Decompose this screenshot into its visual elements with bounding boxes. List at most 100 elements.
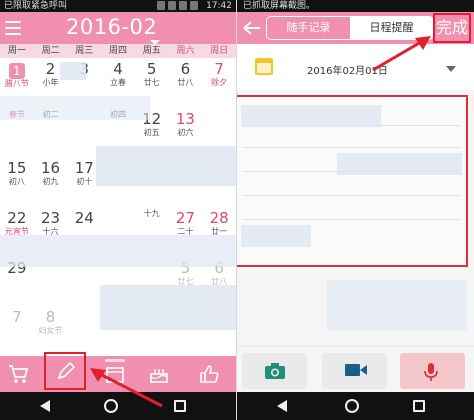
- annotation-arrow: [90, 368, 163, 408]
- lunar-label: 除夕: [211, 78, 228, 87]
- blurred-region: [0, 235, 236, 267]
- cart-icon: [9, 365, 29, 383]
- day-cell[interactable]: 6 廿八: [169, 60, 203, 88]
- back-triangle-icon[interactable]: [277, 400, 287, 412]
- day-cell-today[interactable]: 1 腊八节: [0, 60, 34, 89]
- blurred-region: [241, 105, 381, 127]
- day-cell[interactable]: 27 二十: [169, 209, 203, 237]
- day-cell[interactable]: 22 元宵节: [0, 209, 34, 237]
- chevron-down-icon[interactable]: [446, 66, 456, 72]
- status-icons: [157, 1, 198, 10]
- day-cell[interactable]: 15 初八: [0, 159, 34, 187]
- day-cell[interactable]: 4 立春: [101, 60, 135, 88]
- calendar-header: 2016-02: [0, 12, 236, 49]
- like-button[interactable]: [194, 360, 224, 388]
- day-cell[interactable]: 十九: [135, 209, 169, 219]
- note-editor-screen: 已抓取屏幕截图。 随手记录 日程提醒 完成 2016年02月01日: [237, 0, 474, 420]
- day-number: 28: [209, 209, 229, 227]
- lunar-label: 初五: [143, 127, 160, 137]
- day-number: 16: [41, 159, 61, 178]
- day-number: 6: [180, 60, 191, 78]
- weekday-label: 周一: [7, 46, 26, 56]
- weekday-label: 周二: [41, 46, 60, 56]
- lunar-label: 廿七: [143, 78, 160, 87]
- microphone-button[interactable]: [400, 353, 465, 389]
- lunar-label: 十九: [143, 209, 160, 218]
- day-number: 15: [7, 159, 27, 178]
- day-number: 4: [113, 60, 123, 78]
- calendar-screen: 已限取紧急呼叫 17:42 2016-02 周一 周二 周三 周四 周五 周六 周日 1 腊八…: [0, 0, 236, 420]
- day-cell[interactable]: 5 廿七: [135, 60, 169, 88]
- blurred-region: [0, 96, 150, 120]
- pencil-icon: [57, 361, 76, 380]
- lunar-label: 妇女节: [38, 326, 63, 336]
- status-bar: 已限取紧急呼叫 17:42: [0, 0, 236, 12]
- note-rule: [243, 195, 460, 196]
- cart-button[interactable]: [4, 360, 34, 388]
- weekday-label: 周三: [75, 46, 94, 56]
- status-time: 17:42: [206, 1, 232, 11]
- day-cell[interactable]: 8 妇女节: [34, 308, 68, 336]
- blurred-region: [96, 146, 236, 186]
- day-cell[interactable]: 23 十六: [34, 209, 68, 237]
- day-cell[interactable]: 28 廿一: [202, 209, 236, 237]
- video-icon: [345, 364, 367, 376]
- day-number: 27: [175, 209, 195, 227]
- weekday-header: 周一 周二 周三 周四 周五 周六 周日: [0, 44, 236, 58]
- weekday-label: 周六: [176, 46, 195, 56]
- day-cell[interactable]: 24: [67, 209, 101, 227]
- back-triangle-icon[interactable]: [40, 400, 50, 412]
- date-row[interactable]: 2016年02月01日: [237, 44, 474, 90]
- note-rule: [243, 219, 460, 220]
- weekday-label: 周四: [109, 46, 128, 56]
- weekday-label: 周日: [210, 46, 229, 56]
- day-number: 7: [12, 308, 22, 327]
- calendar-icon: [255, 58, 273, 75]
- month-title[interactable]: 2016-02: [66, 15, 157, 39]
- attachment-bar: [237, 346, 474, 392]
- day-number: 13: [175, 109, 195, 128]
- thumbs-up-icon: [200, 365, 219, 383]
- lunar-label: 初八: [8, 177, 25, 187]
- day-number: 22: [7, 209, 27, 227]
- microphone-icon: [424, 363, 438, 381]
- weekday-label: 周五: [142, 46, 161, 56]
- system-nav-bar: [237, 392, 474, 420]
- status-bar: 已抓取屏幕截图。: [237, 0, 474, 12]
- tab-quick-note[interactable]: 随手记录: [267, 17, 350, 39]
- day-number: 24: [74, 209, 94, 227]
- blurred-region: [60, 62, 86, 80]
- recents-square-icon[interactable]: [174, 400, 186, 412]
- menu-icon[interactable]: [5, 21, 21, 35]
- recents-square-icon[interactable]: [413, 400, 425, 412]
- camera-icon: [265, 363, 285, 379]
- lunar-label: 初九: [42, 177, 59, 187]
- blurred-region: [337, 153, 462, 175]
- home-circle-icon[interactable]: [345, 399, 359, 413]
- lunar-label: 初六: [177, 127, 194, 137]
- note-rule: [243, 147, 460, 148]
- blurred-region: [327, 280, 467, 330]
- done-button[interactable]: 完成: [433, 13, 471, 43]
- day-cell[interactable]: 7: [0, 308, 34, 326]
- status-text: 已限取紧急呼叫: [4, 1, 68, 11]
- blurred-region: [100, 285, 236, 330]
- day-cell[interactable]: 16 初九: [34, 159, 68, 187]
- status-text: 已抓取屏幕截图。: [243, 1, 316, 11]
- new-note-button[interactable]: [44, 352, 86, 390]
- blurred-region: [241, 225, 311, 247]
- camera-button[interactable]: [242, 353, 307, 389]
- lunar-label: 立春: [109, 78, 126, 87]
- editor-header: 随手记录 日程提醒 完成: [237, 12, 474, 44]
- annotation-arrow: [372, 36, 431, 72]
- day-number: 8: [45, 308, 56, 327]
- lunar-label: 廿八: [177, 78, 194, 87]
- day-cell[interactable]: 13 初六: [169, 110, 203, 138]
- day-number: 1: [8, 63, 25, 79]
- back-arrow-icon[interactable]: [243, 20, 261, 36]
- day-number: 5: [146, 60, 157, 78]
- day-number: 23: [41, 209, 61, 227]
- day-cell[interactable]: 7 除夕: [202, 60, 236, 88]
- video-button[interactable]: [322, 353, 387, 389]
- note-text-area[interactable]: [237, 95, 468, 267]
